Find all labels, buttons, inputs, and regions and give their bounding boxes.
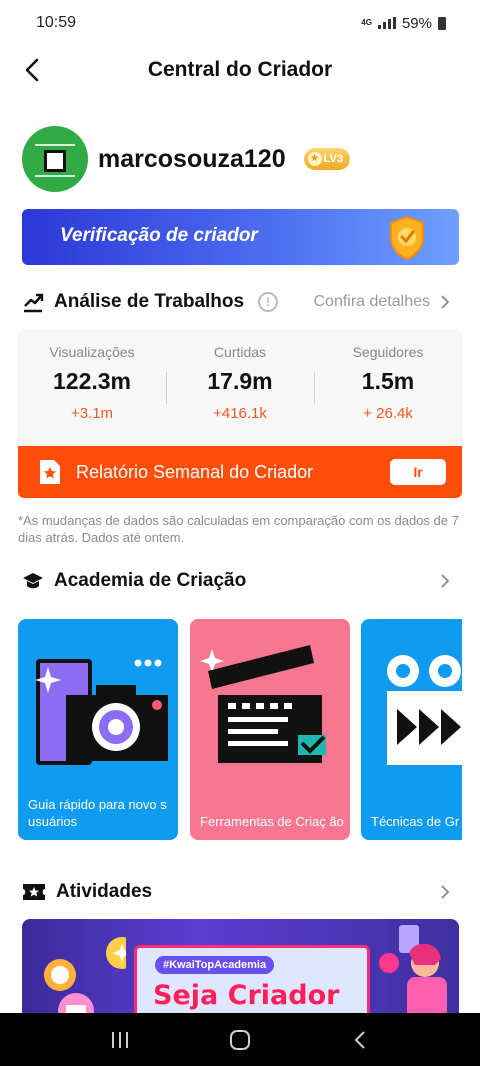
video-reel-icon [387, 655, 462, 765]
details-link-label: Confira detalhes [313, 293, 430, 310]
page-title: Central do Criador [147, 58, 333, 81]
activity-title: Seja Criador [153, 980, 340, 1011]
stat-label: Seguidores [352, 344, 424, 360]
status-icons: 4G 59% [361, 15, 446, 32]
system-nav-bar [0, 1013, 480, 1066]
graduation-cap-icon [23, 573, 43, 589]
chevron-left-icon [25, 58, 39, 82]
home-button[interactable] [220, 1020, 260, 1060]
creator-verification-banner[interactable]: Verificação de criador [22, 209, 459, 265]
info-icon[interactable]: ! [258, 292, 279, 312]
activities-header[interactable]: Atividades [22, 877, 452, 907]
recent-apps-icon [112, 1031, 128, 1048]
stat-value: 122.3m [52, 368, 131, 394]
academy-card[interactable]: Técnicas de Gr [361, 619, 462, 840]
details-link[interactable]: Confira detalhes [313, 293, 452, 311]
top-bar: Central do Criador [0, 46, 480, 94]
stat-delta: + 26.4k [363, 405, 413, 422]
battery-icon [438, 16, 446, 30]
verification-label: Verificação de criador [60, 225, 258, 246]
trend-chart-icon [24, 293, 44, 313]
analysis-header: Análise de Trabalhos ! Confira detalhes [22, 287, 452, 317]
academy-header[interactable]: Academia de Criação [22, 566, 452, 596]
activity-hashtag: #KwaiTopAcademia [155, 956, 275, 974]
home-icon [230, 1029, 250, 1050]
report-star-icon [40, 460, 60, 484]
academy-title: Academia de Criação [54, 570, 247, 591]
academy-card[interactable]: Guia rápido para novo s usuários [18, 619, 178, 840]
chevron-left-icon [354, 1030, 365, 1049]
level-badge[interactable]: ★ LV3 [303, 148, 350, 170]
academy-card-label: Técnicas de Gr [371, 814, 460, 829]
chevron-right-icon [441, 574, 450, 588]
battery-percent: 59% [401, 14, 432, 32]
chevron-right-icon [441, 295, 450, 309]
back-button[interactable] [16, 54, 48, 86]
status-time: 10:59 [36, 14, 77, 31]
level-text: LV3 [323, 153, 343, 165]
star-icon: ★ [307, 152, 322, 166]
stat-label: Visualizações [49, 344, 135, 360]
academy-more-link[interactable] [438, 574, 452, 588]
stat-delta: +3.1m [70, 405, 114, 422]
ticket-star-icon [23, 884, 45, 900]
data-note: *As mudanças de dados são calculadas em … [18, 513, 459, 545]
qr-code-icon [44, 150, 66, 172]
clapperboard-icon [200, 645, 326, 763]
analysis-title: Análise de Trabalhos [54, 291, 245, 312]
weekly-report-bar[interactable]: Relatório Semanal do Criador Ir [18, 446, 462, 498]
network-type: 4G [361, 18, 372, 27]
weekly-report-label: Relatório Semanal do Criador [76, 461, 314, 482]
username: marcosouza120 [98, 144, 286, 173]
activities-title: Atividades [56, 881, 153, 902]
status-bar: 10:59 4G 59% [0, 0, 480, 46]
stat-views[interactable]: Visualizações 122.3m +3.1m [18, 330, 166, 446]
stat-delta: +416.1k [213, 405, 267, 422]
stat-followers[interactable]: Seguidores 1.5m + 26.4k [314, 330, 462, 446]
stat-likes[interactable]: Curtidas 17.9m +416.1k [166, 330, 314, 446]
academy-card[interactable]: Ferramentas de Criaç ão [190, 619, 350, 840]
chevron-right-icon [441, 885, 450, 899]
go-button[interactable]: Ir [390, 459, 446, 485]
stats-card: Visualizações 122.3m +3.1m Curtidas 17.9… [18, 330, 462, 446]
profile-row: marcosouza120 ★ LV3 [22, 126, 350, 192]
signal-icon [377, 17, 396, 29]
academy-card-label: Ferramentas de Criaç ão [200, 814, 344, 829]
stat-value: 1.5m [361, 368, 415, 394]
shield-check-icon [390, 215, 424, 261]
academy-cards: Guia rápido para novo s usuários Ferrame… [18, 619, 462, 840]
stat-value: 17.9m [207, 368, 273, 394]
system-back-button[interactable] [340, 1020, 380, 1060]
academy-card-label: Guia rápido para novo s usuários [28, 797, 167, 829]
activities-more-link[interactable] [438, 885, 452, 899]
stat-label: Curtidas [213, 344, 267, 360]
camera-icon [35, 659, 168, 765]
avatar[interactable] [22, 126, 88, 192]
recent-apps-button[interactable] [100, 1020, 140, 1060]
